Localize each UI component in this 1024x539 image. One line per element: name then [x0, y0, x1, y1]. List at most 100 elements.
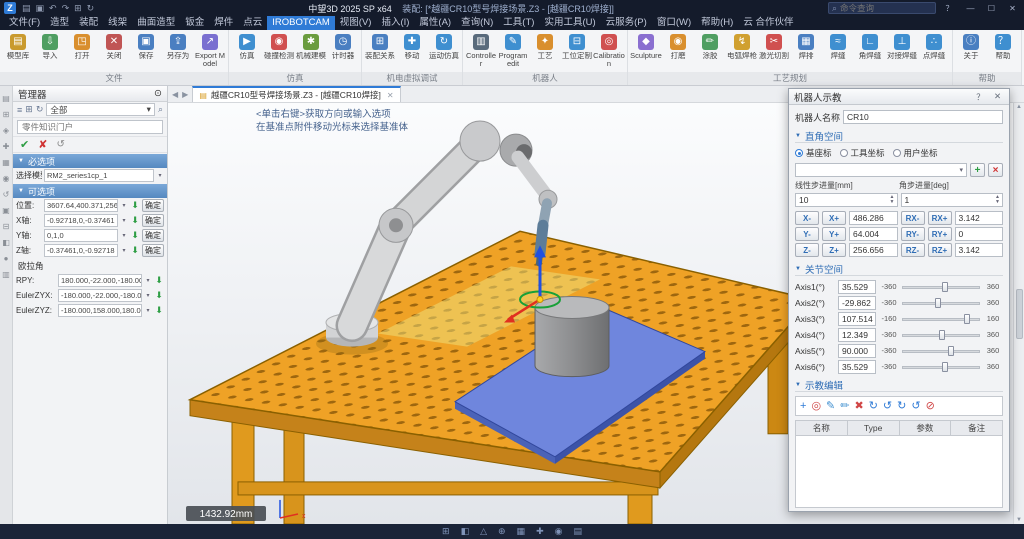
dock-icon[interactable]: ⊞: [3, 110, 10, 119]
field-value-input[interactable]: 3607.64,400.371,256.65564: [44, 199, 118, 212]
rotate-ccw2-icon[interactable]: ↺: [911, 399, 920, 413]
confirm-button[interactable]: 确定: [142, 244, 164, 257]
tab-close-icon[interactable]: ✕: [387, 91, 394, 100]
cylinder-workpiece[interactable]: [535, 296, 609, 376]
axis-value-input[interactable]: -29.862: [838, 296, 876, 310]
cancel-icon[interactable]: ✘: [38, 138, 47, 151]
status-icon[interactable]: ⊞: [442, 526, 450, 537]
spinner-icons[interactable]: ▲▼: [890, 195, 895, 205]
jog-plus-button[interactable]: Y+: [822, 227, 846, 241]
menu-item[interactable]: 实用工具(U): [539, 16, 600, 30]
teach-table-body[interactable]: [795, 436, 1003, 508]
maximize-button[interactable]: ☐: [984, 4, 999, 13]
axis-slider[interactable]: [902, 329, 980, 341]
axis-value-input[interactable]: 90.000: [838, 344, 876, 358]
quick-access-icon[interactable]: ▣: [36, 3, 45, 14]
ribbon-button[interactable]: ▦焊排: [790, 32, 822, 72]
status-icon[interactable]: ◉: [555, 526, 563, 537]
menu-item[interactable]: 点云: [238, 16, 267, 30]
menu-item[interactable]: 文件(F): [4, 16, 45, 30]
field-value-input[interactable]: -0.37461,0,-0.92718: [44, 244, 118, 257]
menu-item-irobotcam[interactable]: IROBOTCAM: [267, 16, 335, 30]
ribbon-button[interactable]: ⊥对接焊缝: [886, 32, 918, 72]
dock-icon[interactable]: ▥: [2, 270, 10, 279]
axis-value-input[interactable]: 35.529: [838, 280, 876, 294]
menu-item[interactable]: 造型: [45, 16, 74, 30]
chevron-down-icon[interactable]: ▾: [144, 277, 152, 284]
target-tool-icon[interactable]: ◎: [811, 399, 821, 413]
ribbon-button[interactable]: ≈焊缝: [822, 32, 854, 72]
jog-rot-value-input[interactable]: 3.142: [955, 211, 1004, 225]
jog-rot-plus-button[interactable]: RY+: [928, 227, 952, 241]
confirm-button[interactable]: 确定: [142, 214, 164, 227]
axis-value-input[interactable]: 12.349: [838, 328, 876, 342]
coord-frame-radio[interactable]: 用户坐标: [893, 147, 938, 159]
ribbon-button[interactable]: ⓘ关于: [955, 32, 987, 72]
quick-access-icon[interactable]: ↶: [49, 3, 57, 14]
section-joint[interactable]: ▼关节空间: [795, 262, 1003, 276]
ribbon-button[interactable]: ◳打开: [66, 32, 98, 72]
dock-icon[interactable]: ▣: [2, 206, 10, 215]
apply-icon[interactable]: ⬇: [130, 230, 140, 241]
robot-name-input[interactable]: CR10: [843, 110, 1003, 124]
knowledge-search-input[interactable]: [17, 120, 163, 134]
ribbon-button[interactable]: ✚移动: [396, 32, 428, 72]
ribbon-button[interactable]: ⊟工位定制: [561, 32, 593, 72]
menu-item[interactable]: 焊件: [209, 16, 238, 30]
field-value-input[interactable]: -180.000,158.000,180.000: [58, 304, 142, 317]
apply-icon[interactable]: ⬇: [154, 275, 164, 286]
slider-thumb[interactable]: [939, 330, 945, 340]
coord-frame-radio[interactable]: 基座标: [795, 147, 832, 159]
edit-pen-icon[interactable]: ✏: [840, 399, 849, 413]
ribbon-button[interactable]: ⇩导入: [34, 32, 66, 72]
remove-frame-button[interactable]: ×: [988, 163, 1003, 177]
ribbon-button[interactable]: ◷计时器: [327, 32, 359, 72]
apply-icon[interactable]: ⬇: [154, 290, 164, 301]
jog-value-input[interactable]: 486.286: [849, 211, 898, 225]
jog-rot-minus-button[interactable]: RY-: [901, 227, 925, 241]
path-pen-icon[interactable]: ✎: [826, 399, 835, 413]
jog-rot-plus-button[interactable]: RX+: [928, 211, 952, 225]
robot-teach-panel-header[interactable]: 机器人示教 ？ ✕: [789, 89, 1009, 105]
apply-icon[interactable]: ⬇: [130, 215, 140, 226]
menu-item[interactable]: 属性(A): [414, 16, 456, 30]
chevron-down-icon[interactable]: ▾: [144, 292, 152, 299]
jog-minus-button[interactable]: X-: [795, 211, 819, 225]
scrollbar-thumb[interactable]: [1016, 289, 1023, 339]
ribbon-button[interactable]: ↻运动仿真: [428, 32, 460, 72]
move-tool-icon[interactable]: +: [800, 399, 806, 413]
section-required[interactable]: ▼必选项: [13, 154, 167, 168]
ribbon-button[interactable]: ∟角焊缝: [854, 32, 886, 72]
chevron-down-icon[interactable]: ▾: [120, 202, 128, 209]
rotate-cw-icon[interactable]: ↻: [869, 399, 878, 413]
field-value-input[interactable]: -0.92718,0,-0.37461: [44, 214, 118, 227]
axis-slider[interactable]: [902, 281, 980, 293]
ribbon-button[interactable]: ？帮助: [987, 32, 1019, 72]
spinner-icons[interactable]: ▲▼: [995, 195, 1000, 205]
disable-tool-icon[interactable]: ⊘: [926, 399, 935, 413]
ribbon-button[interactable]: ◉碰撞检测: [263, 32, 295, 72]
ribbon-button[interactable]: ✎Program edit: [497, 32, 529, 72]
dock-icon[interactable]: ◧: [2, 238, 10, 247]
ribbon-button[interactable]: ↗Export Model: [194, 32, 226, 72]
ribbon-button[interactable]: ✕关闭: [98, 32, 130, 72]
axis-value-input[interactable]: 107.514: [838, 312, 876, 326]
menu-item[interactable]: 窗口(W): [652, 16, 696, 30]
ribbon-button[interactable]: ∴点焊缝: [918, 32, 950, 72]
ribbon-button[interactable]: ▥Controller: [465, 32, 497, 72]
ribbon-button[interactable]: ↯电弧焊枪: [726, 32, 758, 72]
slider-thumb[interactable]: [935, 298, 941, 308]
chevron-down-icon[interactable]: ▾: [144, 307, 152, 314]
rotate-ccw-icon[interactable]: ↺: [883, 399, 892, 413]
apply-icon[interactable]: ⬇: [130, 200, 140, 211]
viewport-scrollbar[interactable]: ▲ ▼: [1013, 103, 1024, 524]
status-icon[interactable]: ✚: [536, 526, 544, 537]
tab-nav-left-icon[interactable]: ◀: [172, 90, 178, 99]
dock-icon[interactable]: ✚: [3, 142, 10, 151]
jog-rot-minus-button[interactable]: RZ-: [901, 243, 925, 257]
ribbon-button[interactable]: ▣保存: [130, 32, 162, 72]
ribbon-button[interactable]: ✦工艺: [529, 32, 561, 72]
menu-item[interactable]: 曲面造型: [132, 16, 180, 30]
chevron-down-icon[interactable]: ▾: [156, 172, 164, 179]
jog-value-input[interactable]: 64.004: [849, 227, 898, 241]
